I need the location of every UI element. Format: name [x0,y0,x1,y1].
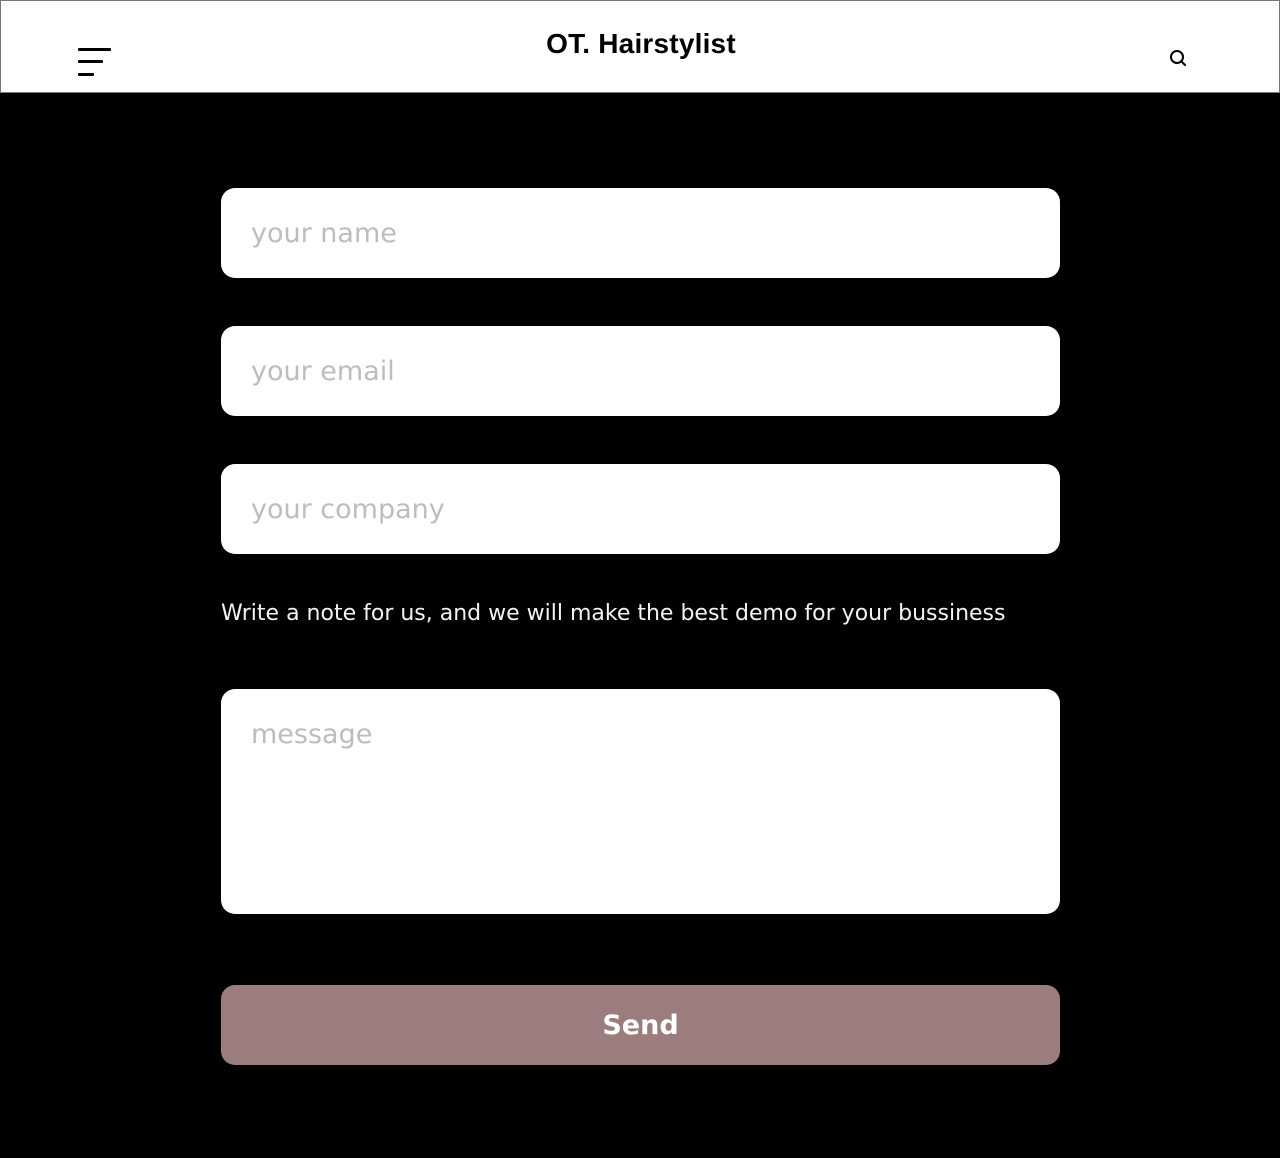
message-textarea[interactable] [221,689,1060,914]
hamburger-menu-icon-bar [78,60,103,63]
note-text: Write a note for us, and we will make th… [221,601,1006,626]
site-title: OT. Hairstylist [546,28,736,59]
send-button[interactable]: Send [221,985,1060,1065]
hamburger-menu-icon-bar [78,73,94,76]
email-input[interactable] [221,326,1060,416]
company-input[interactable] [221,464,1060,554]
search-button[interactable] [1164,44,1192,72]
name-input[interactable] [221,188,1060,278]
search-icon [1170,50,1186,66]
site-header: OT. Hairstylist [0,0,1280,93]
